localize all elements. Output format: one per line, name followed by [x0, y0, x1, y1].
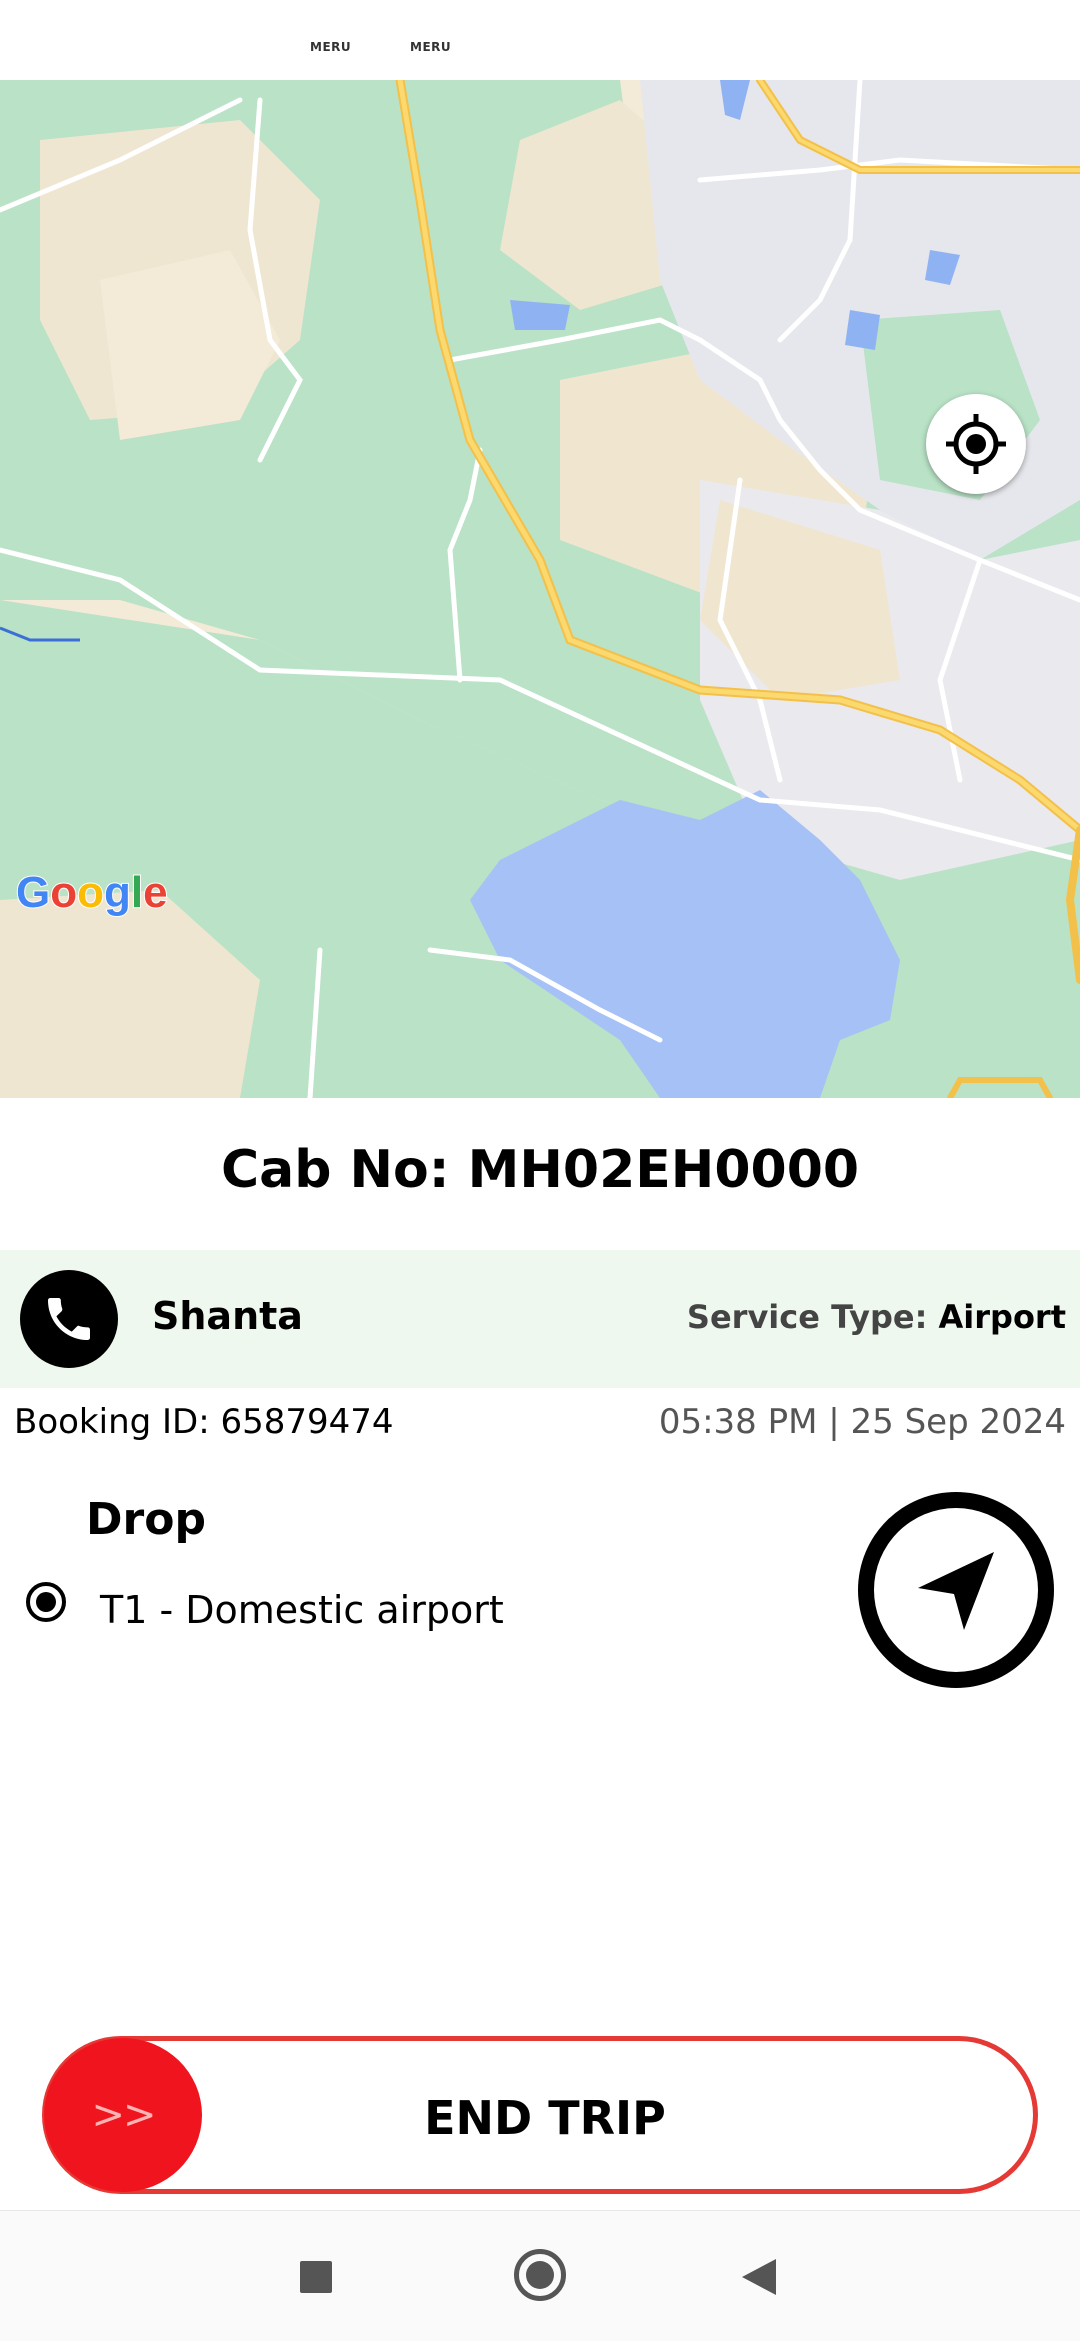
drop-radio-icon	[26, 1582, 66, 1622]
driver-info-bar: Shanta Service Type: Airport	[0, 1250, 1080, 1388]
booking-id: Booking ID: 65879474	[14, 1402, 394, 1442]
service-type: Service Type: Airport	[687, 1298, 1066, 1336]
end-trip-label: END TRIP	[424, 2091, 666, 2145]
home-icon[interactable]	[514, 2249, 566, 2301]
my-location-button[interactable]	[926, 394, 1026, 494]
drop-address: T1 - Domestic airport	[100, 1588, 504, 1632]
call-driver-button[interactable]	[20, 1270, 118, 1368]
cab-number: Cab No: MH02EH0000	[220, 1140, 860, 1200]
map-view[interactable]: Google	[0, 80, 1080, 1098]
status-logo: MERU	[410, 40, 452, 54]
navigation-arrow-icon	[918, 1552, 994, 1630]
phone-icon	[48, 1298, 90, 1340]
service-type-label: Service Type:	[686, 1298, 928, 1336]
drop-label: Drop	[86, 1494, 206, 1545]
google-attribution: Google	[15, 867, 169, 918]
end-trip-slider[interactable]: >> END TRIP	[42, 2036, 1038, 2194]
service-type-value: Airport	[938, 1298, 1066, 1336]
recents-icon[interactable]	[300, 2261, 332, 2293]
crosshair-icon	[946, 414, 1006, 474]
navigate-button[interactable]	[858, 1492, 1054, 1688]
status-logo: MERU	[310, 40, 352, 54]
status-bar: MERU MERU	[0, 0, 1080, 80]
system-nav-bar	[0, 2210, 1080, 2341]
back-icon[interactable]	[742, 2259, 776, 2295]
booking-datetime: 05:38 PM | 25 Sep 2024	[658, 1402, 1066, 1442]
map-canvas[interactable]	[0, 80, 1080, 1098]
driver-name: Shanta	[152, 1294, 303, 1338]
navigate-button-face	[874, 1508, 1038, 1672]
